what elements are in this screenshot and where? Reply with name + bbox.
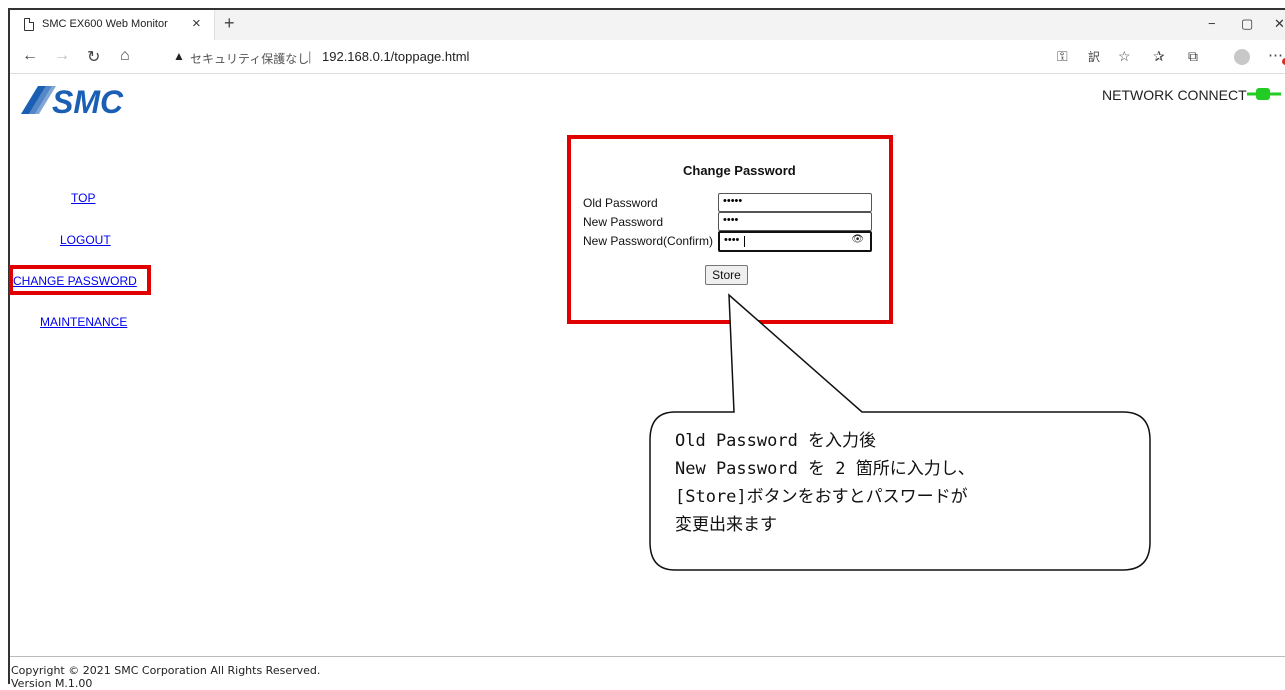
security-warning[interactable]: セキュリティ保護なし — [190, 50, 309, 67]
minimize-icon[interactable]: − — [1208, 16, 1216, 31]
text-caret — [744, 236, 745, 247]
forward-icon[interactable]: → — [54, 47, 70, 65]
old-password-field[interactable]: ••••• — [718, 193, 872, 212]
favorite-star-icon[interactable]: ☆ — [1118, 48, 1131, 65]
store-button[interactable]: Store — [705, 265, 748, 285]
back-icon[interactable]: ← — [22, 47, 38, 65]
sidebar-item-change-password[interactable]: CHANGE PASSWORD — [13, 274, 137, 288]
form-title: Change Password — [683, 163, 796, 178]
new-password-field[interactable]: •••• — [718, 212, 872, 231]
browser-tab-bar: SMC EX600 Web Monitor × + − ▢ ✕ — [10, 10, 1285, 40]
maximize-icon[interactable]: ▢ — [1241, 16, 1253, 32]
more-menu-icon[interactable]: ⋯ — [1268, 46, 1283, 64]
new-tab-icon[interactable]: + — [224, 13, 235, 34]
close-window-icon[interactable]: ✕ — [1274, 16, 1285, 32]
favorites-list-icon[interactable]: ✰ — [1153, 48, 1165, 65]
tab-title: SMC EX600 Web Monitor — [42, 18, 168, 30]
warning-icon[interactable]: ▲ — [173, 49, 185, 63]
collections-icon[interactable]: ⧉ — [1188, 48, 1198, 65]
sidebar-item-maintenance[interactable]: MAINTENANCE — [40, 315, 127, 329]
sidebar-item-top[interactable]: TOP — [71, 191, 95, 205]
network-connected-icon — [1247, 88, 1281, 100]
old-password-label: Old Password — [583, 196, 658, 210]
callout-text: Old Password を入力後 New Password を 2 箇所に入力… — [675, 431, 975, 535]
new-password-value: •••• — [723, 214, 739, 226]
logo-text: SMC — [52, 84, 124, 120]
confirm-password-value: •••• — [724, 234, 740, 246]
sidebar-item-logout[interactable]: LOGOUT — [60, 233, 111, 247]
reveal-password-eye-icon[interactable]: 👁 — [851, 234, 864, 245]
copyright-text: Copyright © 2021 SMC Corporation All Rig… — [11, 664, 321, 677]
network-status: NETWORK CONNECT — [1102, 87, 1247, 103]
new-password-label: New Password — [583, 215, 664, 229]
url-field[interactable]: 192.168.0.1/toppage.html — [322, 49, 469, 64]
url-separator: | — [308, 49, 312, 64]
smc-logo: SMC — [21, 84, 124, 120]
translate-icon[interactable]: 訳 — [1088, 48, 1100, 65]
page-icon — [24, 18, 34, 31]
old-password-value: ••••• — [723, 195, 743, 207]
tab-close-icon[interactable]: × — [192, 15, 201, 32]
browser-tab[interactable]: SMC EX600 Web Monitor × — [10, 10, 215, 40]
key-icon[interactable]: ⚿ — [1057, 48, 1068, 65]
confirm-password-field[interactable]: •••• 👁 — [718, 231, 872, 252]
profile-avatar[interactable] — [1234, 49, 1250, 65]
confirm-password-label: New Password(Confirm) — [583, 234, 714, 248]
home-icon[interactable]: ⌂ — [120, 47, 130, 65]
footer-divider — [10, 656, 1285, 657]
refresh-icon[interactable]: ↻ — [87, 47, 100, 67]
browser-address-bar: ← → ↻ ⌂ ▲ セキュリティ保護なし | 192.168.0.1/toppa… — [10, 40, 1285, 74]
